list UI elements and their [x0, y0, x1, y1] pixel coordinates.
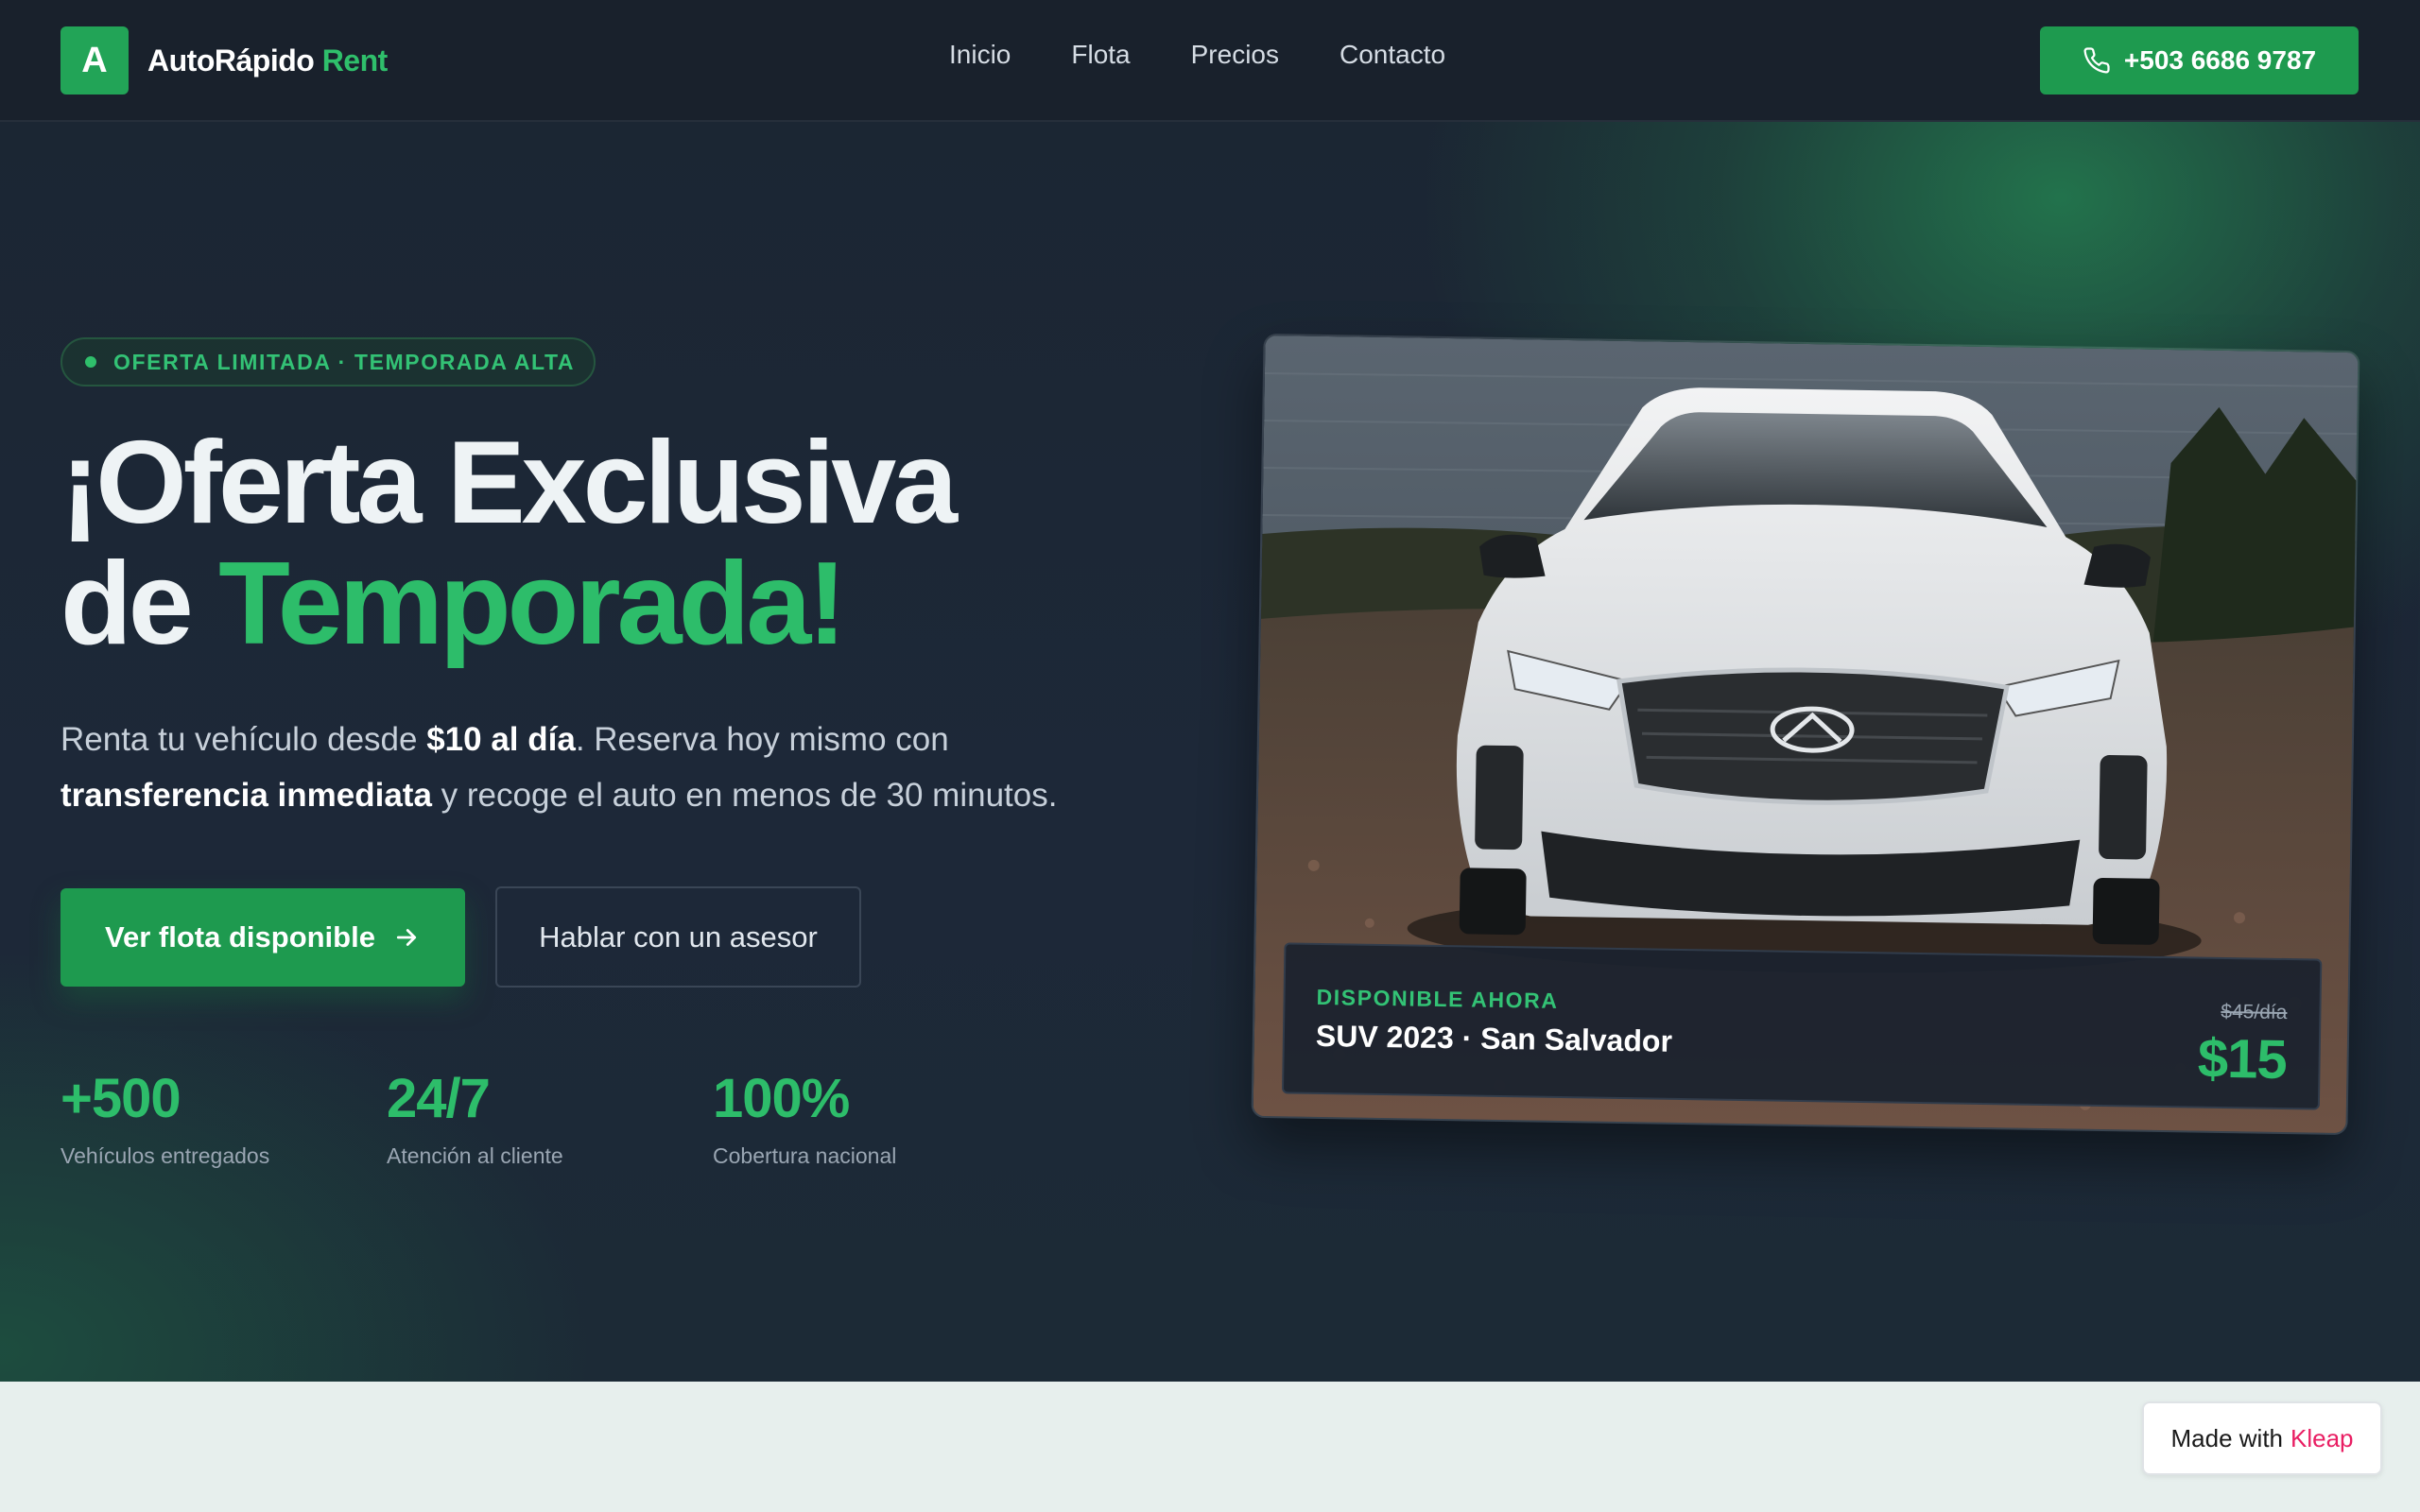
phone-call-button[interactable]: +503 6686 9787	[2040, 26, 2359, 94]
kleap-brand: Kleap	[2290, 1423, 2354, 1452]
offer-price: $15	[2197, 1027, 2288, 1091]
view-fleet-button[interactable]: Ver flota disponible	[60, 888, 465, 987]
nav-link-contacto[interactable]: Contacto	[1340, 40, 1445, 70]
phone-icon	[2083, 47, 2110, 74]
brand-name-main: AutoRápido	[147, 43, 315, 77]
subtext-part-3: y recoge el auto en menos de 30 minutos.	[431, 777, 1058, 814]
stat-item: +500 Vehículos entregados	[60, 1067, 387, 1169]
offer-badge-text: OFERTA LIMITADA · TEMPORADA ALTA	[113, 349, 576, 374]
headline-line-2-accent: Temporada!	[218, 539, 846, 669]
old-price: $45/día	[2221, 1000, 2288, 1024]
brand-mark: A	[60, 26, 129, 94]
subtext-part-2: . Reserva hoy mismo con	[575, 721, 949, 758]
offer-badge: OFERTA LIMITADA · TEMPORADA ALTA	[60, 337, 596, 387]
made-with-kleap-badge[interactable]: Made with Kleap	[2142, 1401, 2382, 1475]
stat-label: Vehículos entregados	[60, 1143, 270, 1168]
hero-section: OFERTA LIMITADA · TEMPORADA ALTA ¡Oferta…	[0, 122, 2420, 1382]
stat-value: 100%	[713, 1068, 850, 1129]
badge-dot-icon	[85, 356, 96, 368]
featured-car-card[interactable]: DISPONIBLE AHORA SUV 2023 · San Salvador…	[1251, 333, 2360, 1136]
stat-value: 24/7	[387, 1068, 491, 1129]
brand-name: AutoRápido Rent	[147, 43, 388, 78]
brand-logo[interactable]: A AutoRápido Rent	[60, 26, 388, 94]
hero-headline: ¡Oferta Exclusiva de Temporada!	[60, 422, 1148, 664]
brand-name-accent: Rent	[321, 43, 389, 77]
arrow-right-icon	[396, 929, 417, 946]
stat-label: Cobertura nacional	[713, 1143, 897, 1168]
kleap-prefix: Made with	[2170, 1423, 2284, 1452]
view-fleet-label: Ver flota disponible	[105, 920, 375, 954]
stat-item: 24/7 Atención al cliente	[387, 1067, 713, 1169]
nav-link-flota[interactable]: Flota	[1071, 40, 1130, 70]
car-title: SUV 2023 · San Salvador	[1315, 1018, 1673, 1058]
nav-links: Inicio Flota Precios Contacto	[949, 40, 1445, 70]
stat-item: 100% Cobertura nacional	[713, 1067, 1039, 1169]
stats-row: +500 Vehículos entregados 24/7 Atención …	[60, 1067, 1039, 1169]
hero-subtext: Renta tu vehículo desde $10 al día. Rese…	[60, 712, 1148, 823]
headline-line-1: ¡Oferta Exclusiva	[60, 418, 958, 548]
car-info-card: DISPONIBLE AHORA SUV 2023 · San Salvador…	[1281, 942, 2323, 1110]
nav-link-inicio[interactable]: Inicio	[949, 40, 1011, 70]
subtext-transfer-highlight: transferencia inmediata	[60, 777, 432, 814]
nav-link-precios[interactable]: Precios	[1191, 40, 1279, 70]
phone-number: +503 6686 9787	[2123, 45, 2317, 75]
subtext-price-highlight: $10 al día	[426, 721, 576, 758]
stat-label: Atención al cliente	[387, 1143, 563, 1168]
availability-tag: DISPONIBLE AHORA	[1316, 984, 1559, 1013]
stat-value: +500	[60, 1068, 182, 1129]
subtext-part-1: Renta tu vehículo desde	[60, 721, 427, 758]
headline-line-2-prefix: de	[60, 539, 219, 669]
top-navigation: A AutoRápido Rent Inicio Flota Precios C…	[0, 0, 2420, 122]
talk-to-advisor-button[interactable]: Hablar con un asesor	[495, 886, 861, 988]
